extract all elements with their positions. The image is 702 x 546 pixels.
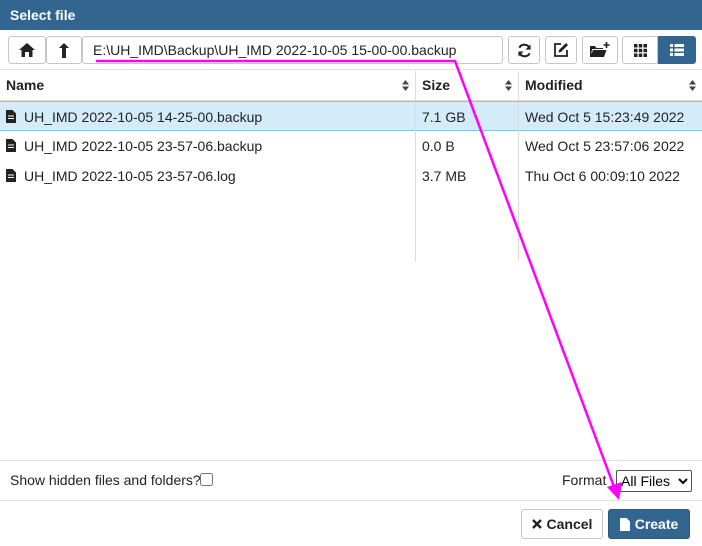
home-button[interactable] xyxy=(8,36,46,64)
new-folder-button[interactable] xyxy=(582,36,618,64)
file-modified: Thu Oct 6 00:09:10 2022 xyxy=(518,161,702,191)
refresh-icon xyxy=(517,43,531,57)
show-hidden-checkbox[interactable] xyxy=(200,473,213,486)
grid-view-button[interactable] xyxy=(622,36,658,64)
column-name-label: Name xyxy=(6,77,45,93)
table-row[interactable]: UH_IMD 2022-10-05 23-57-06.backup 0.0 B … xyxy=(0,131,702,161)
create-button[interactable]: Create xyxy=(608,509,690,539)
folder-plus-icon xyxy=(590,42,610,57)
file-icon xyxy=(6,139,16,152)
dialog-title: Select file xyxy=(0,0,702,30)
file-name: UH_IMD 2022-10-05 23-57-06.backup xyxy=(24,138,263,154)
list-icon xyxy=(670,44,684,56)
level-up-icon xyxy=(59,42,69,58)
column-size-label: Size xyxy=(422,77,451,93)
list-view-button[interactable] xyxy=(658,36,696,64)
table-header: Name Size Modified xyxy=(0,71,702,101)
dialog-actions: Cancel Create xyxy=(0,500,702,546)
file-size: 7.1 GB xyxy=(415,102,518,132)
home-icon xyxy=(19,43,35,57)
sort-icon xyxy=(689,80,696,91)
column-divider xyxy=(518,191,519,261)
refresh-button[interactable] xyxy=(508,36,540,64)
table-row[interactable]: UH_IMD 2022-10-05 14-25-00.backup 7.1 GB… xyxy=(0,101,702,132)
cancel-label: Cancel xyxy=(546,516,593,532)
create-label: Create xyxy=(634,516,679,532)
column-header-size[interactable]: Size xyxy=(415,71,518,100)
file-icon xyxy=(619,517,630,531)
file-size: 3.7 MB xyxy=(415,161,518,191)
file-icon xyxy=(6,169,16,182)
column-header-modified[interactable]: Modified xyxy=(518,71,702,100)
toolbar: E:\UH_IMD\Backup\UH_IMD 2022-10-05 15-00… xyxy=(0,30,702,70)
edit-icon xyxy=(554,43,568,57)
parent-folder-button[interactable] xyxy=(46,36,82,64)
format-label: Format xyxy=(562,472,607,488)
format-select[interactable]: All Files xyxy=(616,470,692,492)
file-modified: Wed Oct 5 23:57:06 2022 xyxy=(518,131,702,161)
column-header-name[interactable]: Name xyxy=(0,71,415,100)
file-size: 0.0 B xyxy=(415,131,518,161)
file-name: UH_IMD 2022-10-05 23-57-06.log xyxy=(24,168,236,184)
sort-icon xyxy=(505,80,512,91)
dialog-footer: Show hidden files and folders? Format Al… xyxy=(0,460,702,500)
path-input[interactable]: E:\UH_IMD\Backup\UH_IMD 2022-10-05 15-00… xyxy=(82,36,503,64)
file-name: UH_IMD 2022-10-05 14-25-00.backup xyxy=(24,109,263,125)
grid-icon xyxy=(633,43,647,57)
close-icon xyxy=(531,519,542,529)
file-icon xyxy=(6,110,16,123)
file-modified: Wed Oct 5 15:23:49 2022 xyxy=(518,102,702,132)
column-modified-label: Modified xyxy=(525,77,583,93)
sort-icon xyxy=(402,80,409,91)
table-row[interactable]: UH_IMD 2022-10-05 23-57-06.log 3.7 MB Th… xyxy=(0,161,702,191)
column-divider xyxy=(415,191,416,261)
rename-button[interactable] xyxy=(545,36,577,64)
show-hidden-label: Show hidden files and folders? xyxy=(10,472,201,488)
cancel-button[interactable]: Cancel xyxy=(521,509,603,539)
